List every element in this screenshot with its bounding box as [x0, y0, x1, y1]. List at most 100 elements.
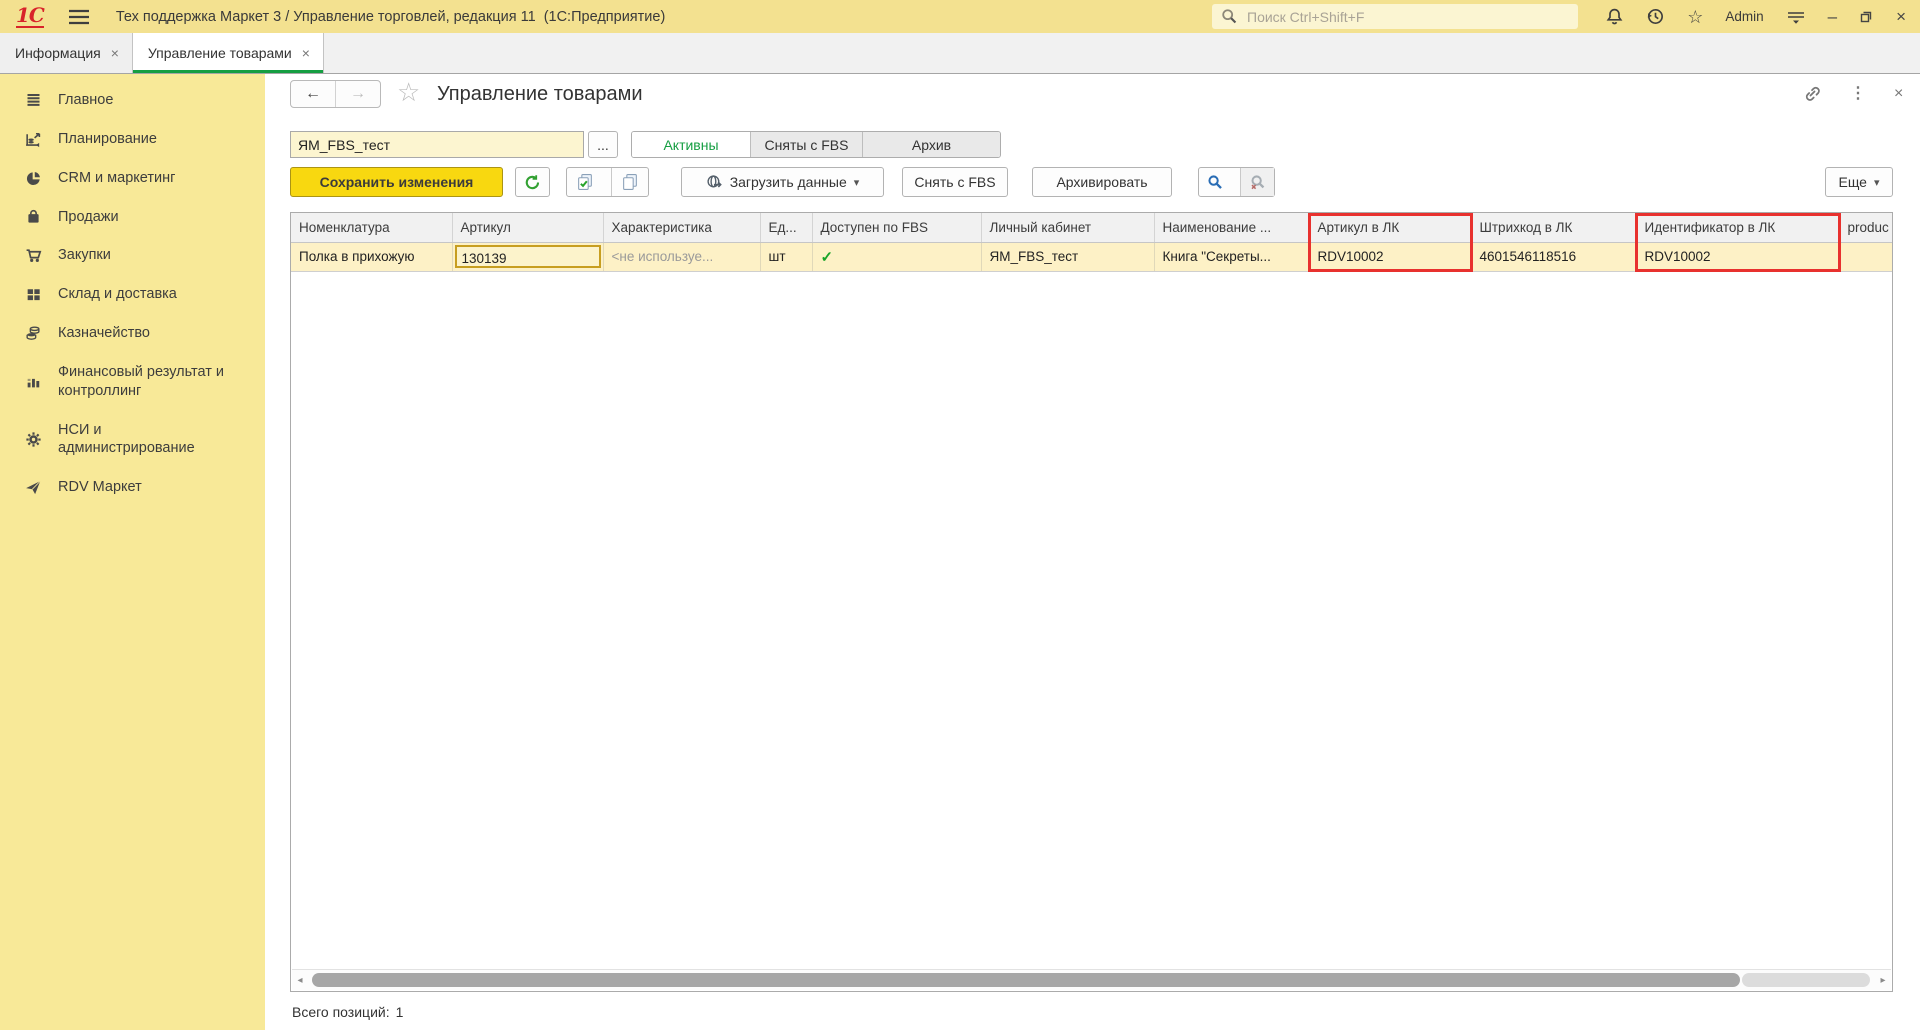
cell-artikul-v-lk[interactable]: RDV10002 [1309, 242, 1471, 271]
products-table-container: Номенклатура Артикул Характеристика Ед..… [290, 212, 1893, 992]
table-row: Полка в прихожую 130139 <не используе...… [291, 242, 1893, 271]
tab-upravlenie-tovarami[interactable]: Управление товарами × [133, 33, 324, 73]
col-dostupen-po-fbs[interactable]: Доступен по FBS [812, 213, 981, 242]
uncheck-all-button[interactable] [611, 168, 649, 196]
shopping-cart-icon [23, 247, 43, 264]
history-icon[interactable] [1646, 7, 1665, 26]
scroll-left-arrow[interactable]: ◂ [292, 975, 308, 986]
cell-nomenklatura[interactable]: Полка в прихожую [291, 242, 452, 271]
restore-button[interactable] [1859, 9, 1874, 24]
tab-close-icon[interactable]: × [111, 45, 119, 61]
bar-chart-icon [23, 373, 43, 390]
col-nomenklatura[interactable]: Номенклатура [291, 213, 452, 242]
save-changes-button[interactable]: Сохранить изменения [290, 167, 503, 197]
col-shtrihkod-v-lk[interactable]: Штрихкод в ЛК [1471, 213, 1636, 242]
tab-close-icon[interactable]: × [302, 45, 310, 61]
nav-history-group: ← → [290, 80, 381, 108]
main-menu-icon[interactable] [68, 9, 90, 25]
cancel-find-button[interactable] [1240, 168, 1275, 196]
cell-naimenovanie[interactable]: Книга "Секреты... [1154, 242, 1309, 271]
cell-shtrihkod-v-lk[interactable]: 4601546118516 [1471, 242, 1636, 271]
sidebar-item-finrezultat[interactable]: Финансовый результат и контроллинг [0, 353, 265, 411]
coins-icon [23, 325, 43, 342]
col-harakteristika[interactable]: Характеристика [603, 213, 760, 242]
favorite-star-icon[interactable]: ☆ [397, 77, 420, 108]
blocks-grid-icon [23, 286, 43, 303]
sidebar-item-label: Планирование [58, 130, 157, 149]
sidebar-item-crm[interactable]: CRM и маркетинг [0, 159, 265, 198]
sidebar-item-label: Финансовый результат и контроллинг [58, 363, 236, 401]
global-search-input[interactable] [1245, 8, 1549, 26]
titlebar: 1С Тех поддержка Маркет 3 / Управление т… [0, 0, 1920, 33]
1c-logo: 1С [16, 5, 44, 28]
horizontal-scrollbar[interactable]: ◂ ▸ [292, 969, 1891, 990]
shopping-bag-icon [23, 208, 43, 225]
load-data-button[interactable]: Загрузить данные ▾ [681, 167, 884, 197]
cell-fbs-check[interactable]: ✓ [812, 242, 981, 271]
sidebar-item-label: Склад и доставка [58, 285, 177, 304]
tabbar: Информация × Управление товарами × [0, 33, 1920, 74]
sidebar-item-planirovanie[interactable]: Планирование [0, 120, 265, 159]
favorites-star-icon[interactable]: ☆ [1687, 8, 1703, 26]
sidebar-item-label: Продажи [58, 208, 119, 227]
artikul-edit-box[interactable]: 130139 [455, 245, 601, 268]
cell-edinitsa[interactable]: шт [760, 242, 812, 271]
back-button[interactable]: ← [291, 81, 335, 107]
sidebar-item-label: Главное [58, 91, 113, 110]
refresh-button[interactable] [515, 167, 550, 197]
scrollbar-track[interactable] [308, 973, 1875, 987]
cabinet-filter-input[interactable] [290, 131, 584, 158]
cell-harakteristika[interactable]: <не используе... [603, 242, 760, 271]
find-button[interactable] [1199, 168, 1233, 196]
col-lichnyy-kabinet[interactable]: Личный кабинет [981, 213, 1154, 242]
col-edinitsa[interactable]: Ед... [760, 213, 812, 242]
total-value: 1 [396, 1004, 404, 1020]
col-artikul-v-lk[interactable]: Артикул в ЛК [1309, 213, 1471, 242]
scrollbar-thumb[interactable] [312, 973, 1740, 987]
forward-button[interactable]: → [335, 81, 380, 107]
viewtab-arhiv[interactable]: Архив [862, 132, 1000, 157]
choose-button[interactable]: ... [588, 131, 618, 158]
notifications-bell-icon[interactable] [1605, 7, 1624, 26]
user-name[interactable]: Admin [1725, 9, 1763, 24]
tab-informatsiya[interactable]: Информация × [0, 33, 133, 73]
cell-lichnyy-kabinet[interactable]: ЯМ_FBS_тест [981, 242, 1154, 271]
unset-fbs-button[interactable]: Снять с FBS [902, 167, 1008, 197]
view-switch: Активны Сняты с FBS Архив [631, 131, 1001, 158]
viewtab-aktivny[interactable]: Активны [632, 132, 750, 157]
sidebar-item-rdv-market[interactable]: RDV Маркет [0, 468, 265, 507]
sidebar-item-zakupki[interactable]: Закупки [0, 236, 265, 275]
global-search[interactable] [1212, 4, 1578, 29]
tab-label: Информация [15, 45, 101, 61]
archive-button[interactable]: Архивировать [1032, 167, 1172, 197]
sidebar-item-label: CRM и маркетинг [58, 169, 175, 188]
sidebar-item-prodazhi[interactable]: Продажи [0, 198, 265, 237]
col-naimenovanie[interactable]: Наименование ... [1154, 213, 1309, 242]
col-artikul[interactable]: Артикул [452, 213, 603, 242]
scroll-right-arrow[interactable]: ▸ [1875, 975, 1891, 986]
sidebar-item-glavnoe[interactable]: Главное [0, 81, 265, 120]
col-identifikator-v-lk[interactable]: Идентификатор в ЛК [1636, 213, 1839, 242]
minimize-button[interactable]: – [1828, 8, 1837, 25]
close-form-icon[interactable]: × [1894, 86, 1903, 102]
user-menu-icon[interactable] [1786, 9, 1806, 25]
sidebar-item-nsi[interactable]: НСИ и администрирование [0, 411, 265, 469]
col-product[interactable]: produc [1839, 213, 1893, 242]
check-toggle-group [566, 167, 649, 197]
sidebar-item-sklad[interactable]: Склад и доставка [0, 275, 265, 314]
cell-product[interactable] [1839, 242, 1893, 271]
sidebar-item-label: RDV Маркет [58, 478, 142, 497]
cell-artikul[interactable]: 130139 [452, 242, 603, 271]
more-button[interactable]: Еще ▾ [1825, 167, 1893, 197]
page-title: Управление товарами [437, 83, 643, 106]
viewtab-snyaty-s-fbs[interactable]: Сняты с FBS [750, 132, 862, 157]
products-table: Номенклатура Артикул Характеристика Ед..… [291, 213, 1893, 272]
close-window-button[interactable]: × [1896, 8, 1906, 25]
dropdown-caret-icon: ▾ [854, 176, 860, 189]
more-actions-kebab-icon[interactable]: ⋮ [1850, 86, 1866, 102]
check-all-button[interactable] [567, 168, 604, 196]
paper-plane-icon [23, 479, 43, 496]
get-link-icon[interactable] [1803, 84, 1822, 103]
cell-identifikator-v-lk[interactable]: RDV10002 [1636, 242, 1839, 271]
sidebar-item-kaznacheystvo[interactable]: Казначейство [0, 314, 265, 353]
